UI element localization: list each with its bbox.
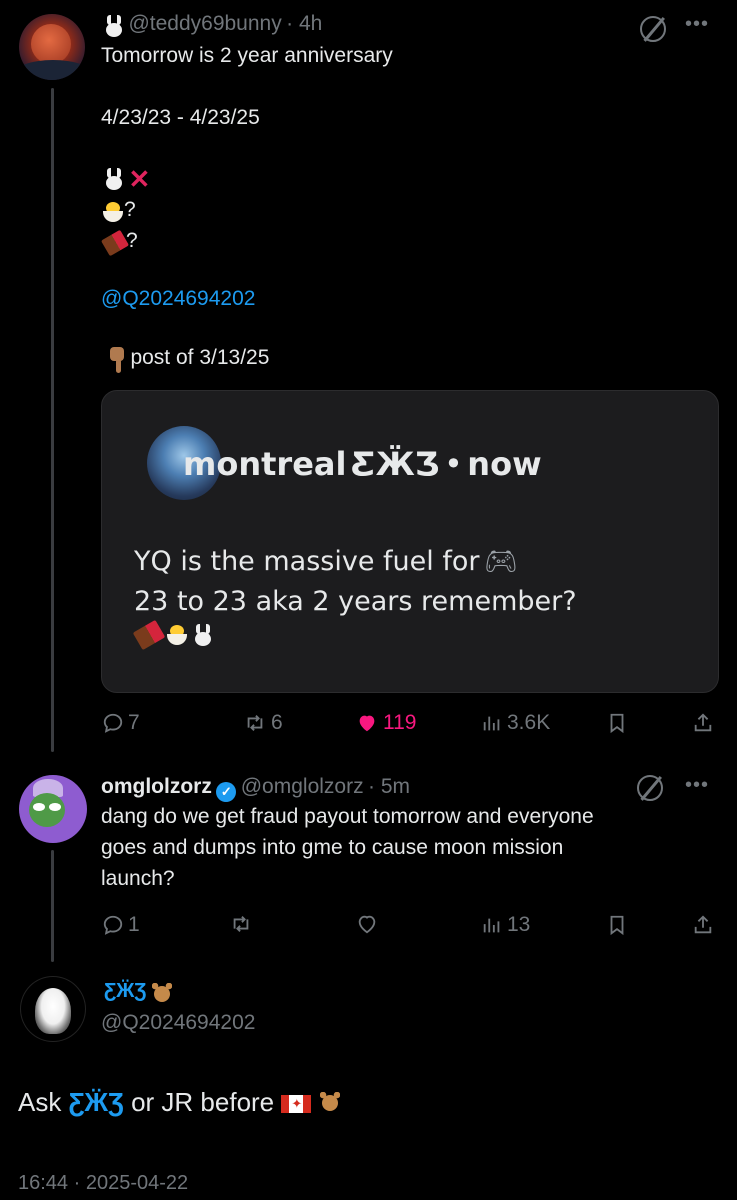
reply-button[interactable]: 7 xyxy=(102,711,140,735)
eye-shape xyxy=(49,803,61,811)
bookmark-icon xyxy=(610,915,624,936)
card-header: montreal ƸӜƷ • now xyxy=(183,445,542,483)
user-handle[interactable]: @Q2024694202 xyxy=(101,1011,255,1035)
user-handle[interactable]: @omglolzorz xyxy=(241,775,364,798)
post-text-line: goes and dumps into gme to cause moon mi… xyxy=(101,836,564,859)
avatar[interactable] xyxy=(19,14,85,80)
share-button[interactable] xyxy=(692,913,714,937)
post-timestamp[interactable]: 16:44 · 2025-04-22 xyxy=(18,1172,188,1195)
display-name[interactable]: omglolzorz xyxy=(101,775,212,798)
like-button[interactable]: 119 xyxy=(355,711,416,735)
views-count: 13 xyxy=(507,913,531,936)
heart-icon xyxy=(358,915,376,934)
butterfly-icon: ƸӜƷ xyxy=(350,445,440,483)
card-emoji-line xyxy=(132,619,213,651)
glow-figure-shape xyxy=(35,988,71,1034)
like-button[interactable] xyxy=(355,913,379,935)
views-button[interactable]: 13 xyxy=(481,913,530,937)
emoji-line: ✕ xyxy=(104,166,150,192)
post-time[interactable]: · 4h xyxy=(286,12,322,35)
post-header: omglolzorz ✓ @omglolzorz · 5m xyxy=(101,775,410,802)
question-mark: ? xyxy=(124,198,136,221)
post-time[interactable]: · 5m xyxy=(368,775,410,798)
share-button[interactable] xyxy=(692,711,714,735)
butterfly-icon: ƸӜƷ xyxy=(104,980,147,1002)
user-handle[interactable]: @teddy69bunny xyxy=(128,12,281,35)
reply-icon xyxy=(103,915,123,935)
grok-icon[interactable] xyxy=(640,16,666,42)
card-text-line: 23 to 23 aka 2 years remember? xyxy=(134,586,577,617)
views-icon xyxy=(483,918,500,933)
share-icon xyxy=(694,915,712,934)
thread-connector-1 xyxy=(51,88,54,752)
post-text-start: Ask xyxy=(18,1087,62,1117)
hatching-chick-icon xyxy=(166,625,188,645)
backhand-index-down-icon xyxy=(108,346,126,373)
post-text-mid: or JR before xyxy=(131,1087,275,1117)
chocolate-bar-icon xyxy=(100,229,130,257)
hatching-chick-icon xyxy=(102,201,124,222)
ref-text: post of 3/13/25 xyxy=(130,346,270,369)
bunny-icon xyxy=(104,168,124,190)
reply-count: 7 xyxy=(128,711,140,734)
emoji-line: ? xyxy=(100,229,138,257)
canada-flag-icon xyxy=(281,1095,312,1114)
ref-line: post of 3/13/25 xyxy=(108,346,269,373)
share-icon xyxy=(694,713,712,732)
bunny-icon xyxy=(193,624,213,646)
moon-shape xyxy=(31,24,71,64)
thread-connector-2 xyxy=(51,850,54,962)
teddy-bear-icon xyxy=(319,1091,345,1117)
chocolate-bar-icon xyxy=(132,619,166,651)
grok-icon[interactable] xyxy=(637,775,663,801)
card-separator: • xyxy=(443,445,463,483)
card-time: now xyxy=(467,445,542,483)
bookmark-icon xyxy=(610,713,624,734)
post-text-line: dang do we get fraud payout tomorrow and… xyxy=(101,805,594,828)
bunny-icon xyxy=(104,14,124,37)
post-text-line: launch? xyxy=(101,867,175,890)
bookmark-button[interactable] xyxy=(606,711,628,735)
reply-button[interactable]: 1 xyxy=(102,913,140,937)
repost-button[interactable]: 6 xyxy=(243,711,283,735)
eye-shape xyxy=(33,803,45,811)
repost-icon xyxy=(247,715,263,731)
avatar[interactable] xyxy=(20,976,86,1042)
question-mark: ? xyxy=(126,229,138,252)
more-options-icon[interactable]: ••• xyxy=(685,775,709,795)
card-name: montreal xyxy=(183,445,347,483)
teddy-bear-icon xyxy=(151,982,173,1004)
repost-count: 6 xyxy=(271,711,283,734)
card-text-line: YQ is the massive fuel for xyxy=(134,546,480,577)
quoted-screenshot-card[interactable] xyxy=(101,390,719,693)
post-header: @teddy69bunny · 4h xyxy=(104,12,322,37)
more-options-icon[interactable]: ••• xyxy=(685,14,709,34)
emoji-line: ? xyxy=(102,198,136,222)
hill-shape xyxy=(19,60,85,80)
heart-filled-icon xyxy=(359,715,375,732)
avatar[interactable] xyxy=(19,775,87,843)
reply-count: 1 xyxy=(128,913,140,936)
display-name[interactable]: ƸӜƷ xyxy=(104,980,173,1004)
game-controller-icon: 🎮︎ xyxy=(483,546,519,577)
post-body: Ask ƸӜƷ or JR before xyxy=(18,1087,345,1118)
bookmark-button[interactable] xyxy=(606,913,628,937)
views-icon xyxy=(483,716,500,731)
like-count: 119 xyxy=(383,711,417,734)
butterfly-icon: ƸӜƷ xyxy=(68,1087,124,1117)
reply-icon xyxy=(103,713,123,733)
verified-badge-icon: ✓ xyxy=(216,782,237,802)
post-dates: 4/23/23 - 4/23/25 xyxy=(101,106,260,129)
cross-mark-icon: ✕ xyxy=(128,164,151,194)
repost-icon xyxy=(233,916,249,932)
repost-button[interactable] xyxy=(229,913,253,935)
views-count: 3.6K xyxy=(507,711,551,734)
card-line: YQ is the massive fuel for 🎮︎ xyxy=(134,545,518,577)
views-button[interactable]: 3.6K xyxy=(481,711,550,735)
mention-link[interactable]: @Q2024694202 xyxy=(101,287,255,311)
post-text-line: Tomorrow is 2 year anniversary xyxy=(101,44,393,67)
